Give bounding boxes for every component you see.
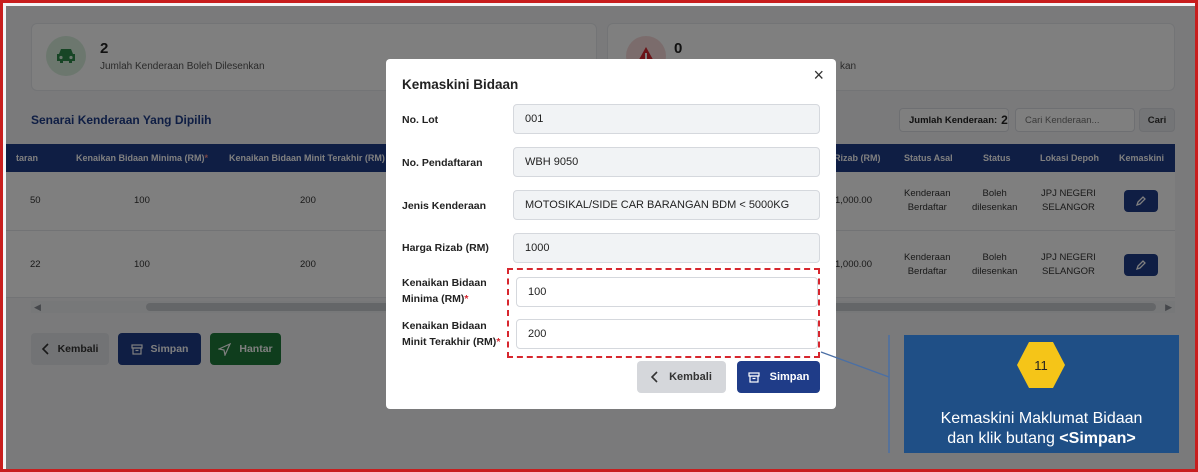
callout-line1: Kemaskini Maklumat Bidaan xyxy=(940,410,1143,427)
callout-button-name: <Simpan> xyxy=(1059,430,1136,447)
screenshot-frame: 2 Jumlah Kenderaan Boleh Dilesenkan 0 ka… xyxy=(0,0,1198,472)
callout-text: Kemaskini Maklumat Bidaan dan klik butan… xyxy=(904,409,1179,449)
callout-line2: dan klik butang xyxy=(947,430,1055,447)
